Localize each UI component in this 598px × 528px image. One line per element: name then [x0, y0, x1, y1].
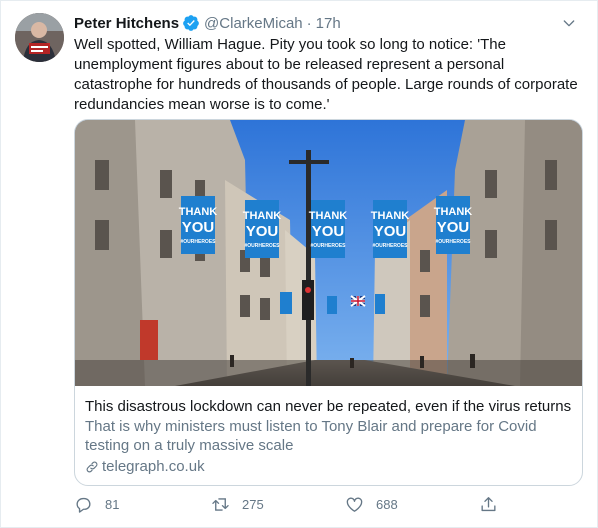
card-description: That is why ministers must listen to Ton… — [85, 418, 537, 454]
retweet-count: 275 — [242, 497, 264, 512]
svg-text:THANK: THANK — [179, 206, 218, 218]
svg-text:YOU: YOU — [312, 223, 345, 240]
action-bar: 81 275 688 — [74, 495, 504, 519]
share-button[interactable] — [479, 495, 498, 514]
svg-text:#OURHEROES: #OURHEROES — [435, 239, 471, 245]
reply-button[interactable]: 81 — [74, 495, 119, 514]
svg-text:THANK: THANK — [243, 210, 282, 222]
svg-text:YOU: YOU — [246, 223, 279, 240]
svg-text:THANK: THANK — [434, 206, 473, 218]
like-count: 688 — [376, 497, 398, 512]
link-card[interactable]: THANK YOU #OURHEROES THANK YOU #OURHEROES TH… — [74, 119, 583, 486]
svg-text:#OURHEROES: #OURHEROES — [180, 239, 216, 245]
tweet-text: Well spotted, William Hague. Pity you to… — [74, 36, 578, 113]
like-button[interactable]: 688 — [345, 495, 398, 514]
tweet[interactable]: Peter Hitchens @ClarkeMicah · 17h Well s… — [0, 0, 598, 528]
svg-text:#OURHEROES: #OURHEROES — [244, 243, 280, 249]
card-domain: telegraph.co.uk — [102, 458, 205, 475]
svg-text:THANK: THANK — [371, 210, 410, 222]
svg-text:#OURHEROES: #OURHEROES — [310, 243, 346, 249]
retweet-button[interactable]: 275 — [211, 495, 264, 514]
tweet-header: Peter Hitchens @ClarkeMicah · 17h — [74, 13, 581, 33]
card-title: This disastrous lockdown can never be re… — [85, 398, 572, 415]
svg-text:YOU: YOU — [437, 219, 470, 236]
author-name[interactable]: Peter Hitchens — [74, 15, 179, 32]
separator-dot: · — [306, 14, 312, 32]
retweet-icon — [212, 498, 229, 511]
verified-badge-icon — [183, 15, 199, 31]
reply-icon — [76, 497, 91, 513]
tweet-timestamp[interactable]: 17h — [316, 15, 341, 32]
chevron-down-icon[interactable] — [561, 15, 577, 31]
link-icon — [86, 461, 98, 472]
share-icon — [481, 497, 496, 512]
reply-count: 81 — [105, 497, 120, 512]
heart-icon — [346, 497, 363, 512]
svg-text:YOU: YOU — [182, 219, 215, 236]
svg-text:YOU: YOU — [374, 223, 407, 240]
svg-text:THANK: THANK — [309, 210, 348, 222]
card-info: This disastrous lockdown can never be re… — [75, 387, 582, 485]
card-image[interactable]: THANK YOU #OURHEROES THANK YOU #OURHEROES TH… — [75, 120, 582, 386]
card-domain-row: telegraph.co.uk — [85, 457, 572, 476]
svg-text:#OURHEROES: #OURHEROES — [372, 243, 408, 249]
author-handle[interactable]: @ClarkeMicah — [204, 15, 303, 32]
avatar[interactable] — [15, 13, 64, 62]
